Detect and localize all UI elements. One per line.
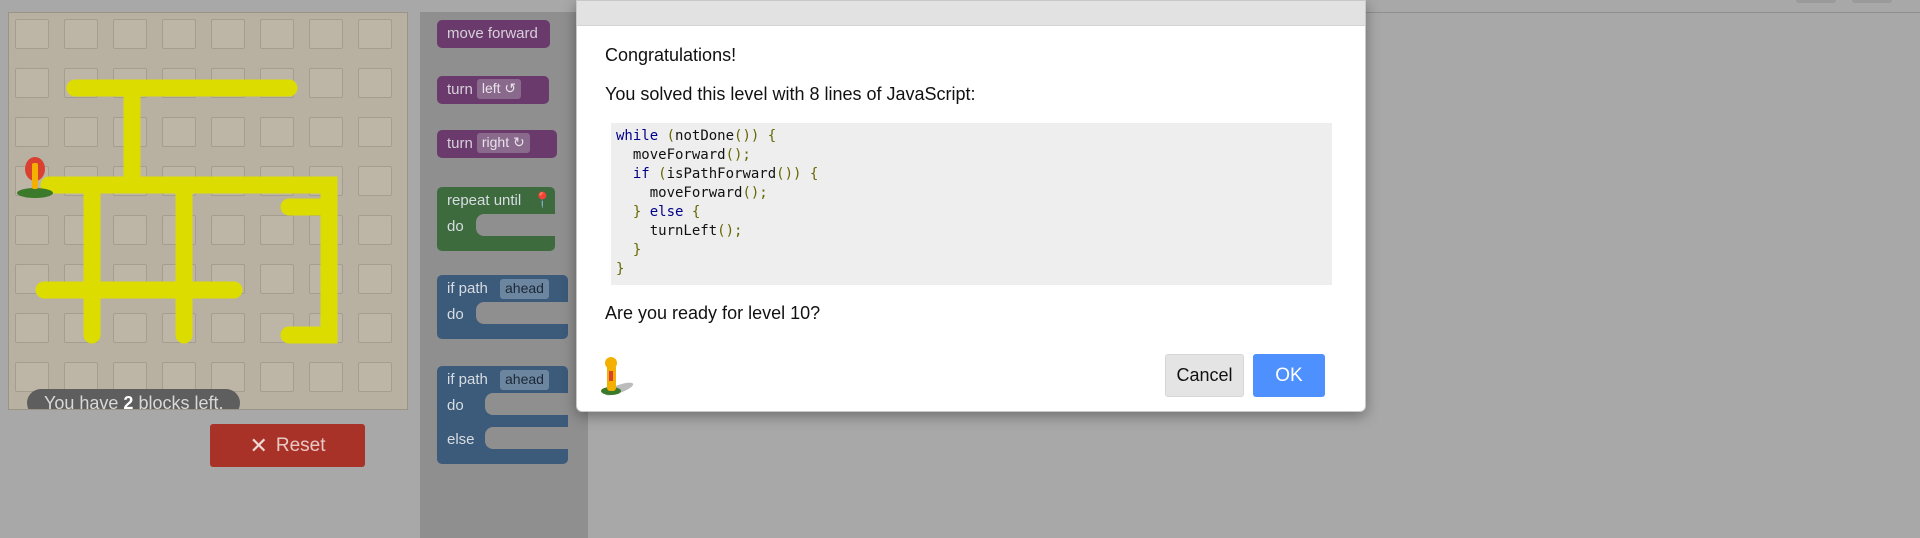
map-pin-icon: 📍	[533, 192, 552, 209]
ok-label: OK	[1275, 364, 1303, 386]
if-else-dropdown[interactable]: ahead	[500, 370, 549, 390]
repeat-do-label: do	[447, 218, 464, 235]
if-path-do-slot	[476, 302, 568, 324]
level-complete-dialog: Congratulations! You solved this level w…	[576, 0, 1366, 412]
blocks-left-badge: You have 2 blocks left.	[27, 389, 241, 410]
dialog-titlebar	[577, 1, 1365, 26]
move-forward-block[interactable]: move forward	[437, 20, 550, 48]
repeat-until-block[interactable]: repeat until 📍 do	[437, 187, 555, 251]
cancel-label: Cancel	[1176, 365, 1233, 385]
if-else-do-slot	[485, 393, 568, 415]
workspace-button[interactable]	[1796, 0, 1836, 3]
maze-path	[35, 79, 338, 344]
if-else-block[interactable]: if path ahead do else	[437, 366, 568, 464]
close-icon: ✕	[249, 432, 268, 458]
repeat-until-label: repeat until	[447, 192, 522, 209]
workspace-border	[1366, 12, 1920, 13]
turn-left-label: turn	[447, 81, 473, 98]
if-else-do-label: do	[447, 397, 464, 414]
turn-left-block[interactable]: turn left ↺	[437, 76, 549, 104]
code-block: while (notDone()) { moveForward(); if (i…	[611, 123, 1332, 285]
reset-button[interactable]: ✕ Reset	[210, 424, 365, 467]
pegman-icon	[601, 357, 634, 396]
turn-right-dropdown[interactable]: right ↻	[476, 133, 530, 153]
congrats-text: Congratulations!	[605, 45, 737, 65]
blocks-left-suffix: blocks left.	[133, 393, 224, 410]
reset-label: Reset	[275, 434, 326, 456]
if-else-else-label: else	[447, 431, 475, 448]
if-else-label: if path	[447, 371, 488, 388]
ok-button[interactable]: OK	[1253, 354, 1325, 397]
next-level-question: Are you ready for level 10?	[605, 303, 821, 323]
blocks-left-count: 2	[123, 393, 134, 410]
if-path-label: if path	[447, 280, 488, 297]
turn-right-label: turn	[447, 135, 473, 152]
cancel-button[interactable]: Cancel	[1165, 354, 1244, 397]
maze-area: You have 2 blocks left.	[8, 12, 408, 410]
if-path-do-label: do	[447, 306, 464, 323]
move-forward-label: move forward	[447, 25, 538, 42]
solved-text: You solved this level with 8 lines of Ja…	[605, 84, 976, 104]
workspace-button[interactable]	[1852, 0, 1892, 3]
if-path-block[interactable]: if path ahead do	[437, 275, 568, 339]
blocks-left-prefix: You have	[44, 393, 124, 410]
if-path-dropdown[interactable]: ahead	[500, 279, 549, 299]
if-else-else-slot	[485, 427, 568, 449]
turn-right-block[interactable]: turn right ↻	[437, 130, 557, 158]
repeat-do-slot	[476, 214, 555, 236]
turn-left-dropdown[interactable]: left ↺	[476, 79, 522, 99]
pegman-start-icon	[17, 157, 53, 198]
